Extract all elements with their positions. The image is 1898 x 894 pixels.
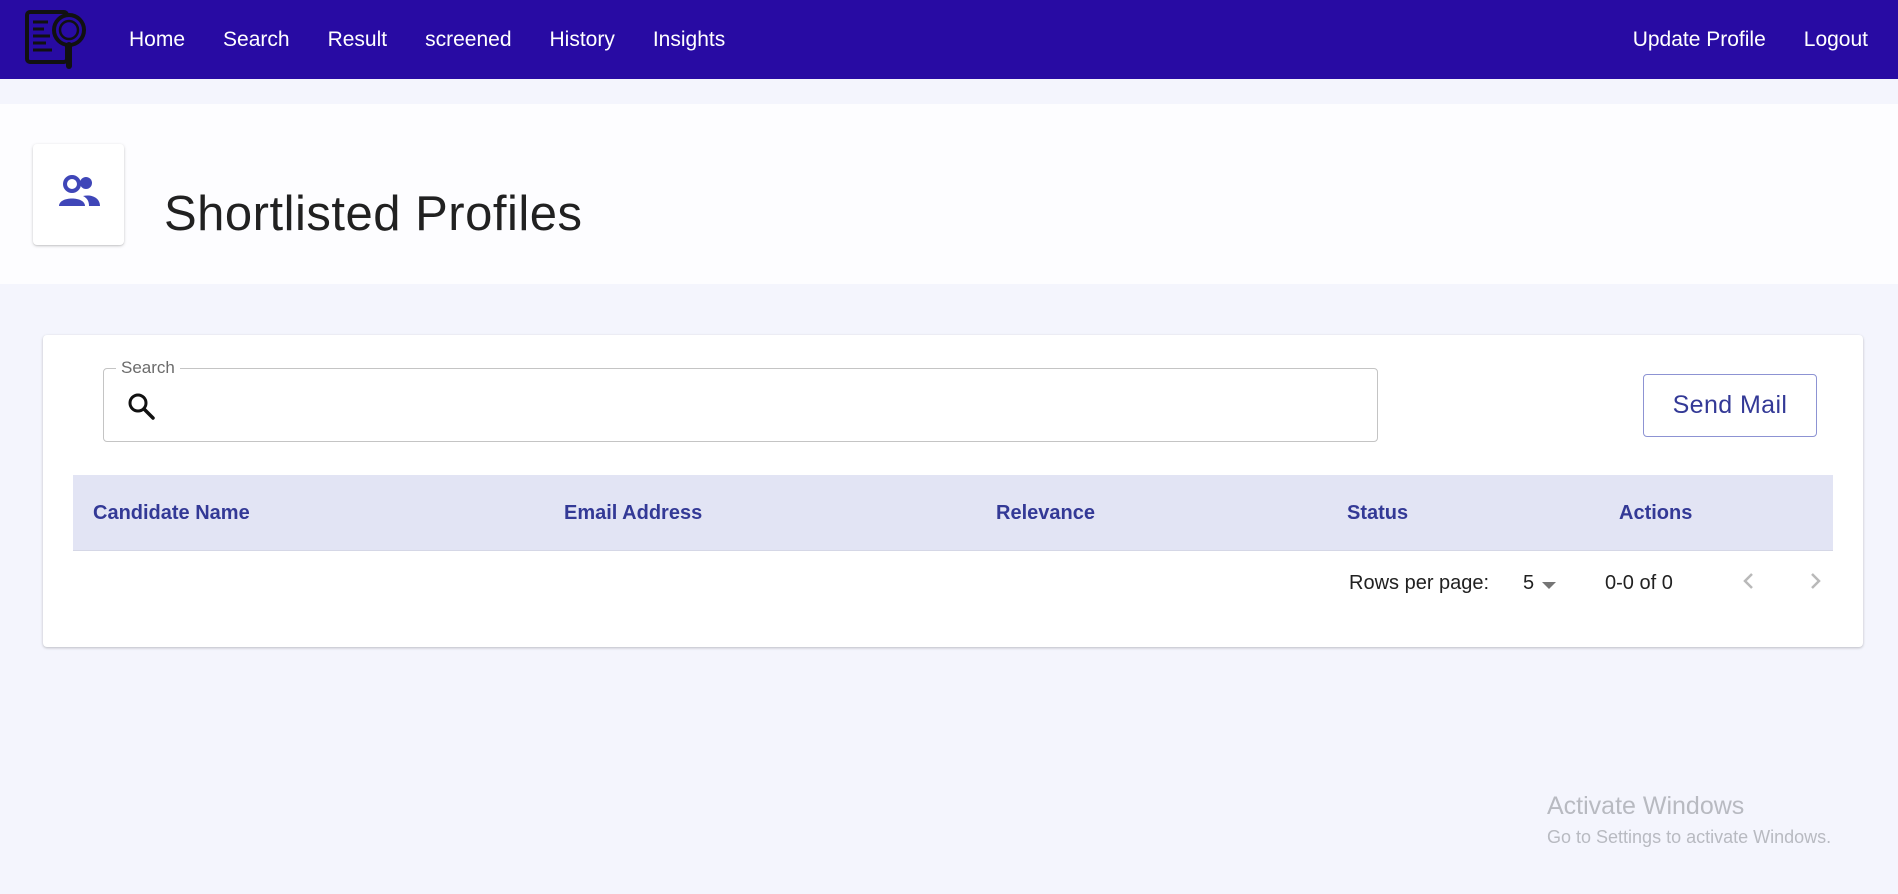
column-header-candidate-name[interactable]: Candidate Name <box>93 475 250 551</box>
nav-home-link[interactable]: Home <box>110 28 204 52</box>
nav-screened-link[interactable]: screened <box>406 28 530 52</box>
search-icon <box>126 391 156 421</box>
nav-history-link[interactable]: History <box>531 28 634 52</box>
nav-insights-link[interactable]: Insights <box>634 28 744 52</box>
top-navbar: Home Search Result screened History Insi… <box>0 0 1898 79</box>
caret-down-icon <box>1542 582 1557 589</box>
send-mail-button[interactable]: Send Mail <box>1643 374 1817 437</box>
search-field: Search <box>103 358 1378 442</box>
next-page-button[interactable] <box>1797 565 1833 601</box>
watermark-title: Activate Windows <box>1547 792 1745 820</box>
rows-per-page-value: 5 <box>1523 572 1535 594</box>
search-legend: Search <box>116 358 180 378</box>
column-header-status[interactable]: Status <box>1347 475 1408 551</box>
page-title: Shortlisted Profiles <box>164 187 583 241</box>
nav-update-profile-link[interactable]: Update Profile <box>1614 28 1785 52</box>
column-header-relevance[interactable]: Relevance <box>996 475 1095 551</box>
previous-page-button[interactable] <box>1731 565 1767 601</box>
table-header-row: Candidate Name Email Address Relevance S… <box>73 475 1833 551</box>
nav-search-link[interactable]: Search <box>204 28 309 52</box>
activate-windows-watermark: Activate Windows Go to Settings to activ… <box>1547 792 1831 848</box>
nav-links: Home Search Result screened History Insi… <box>110 0 744 79</box>
people-icon <box>56 174 102 215</box>
rows-per-page-select[interactable]: 5 <box>1523 572 1557 595</box>
table-pagination: Rows per page: 5 0-0 of 0 <box>43 551 1863 615</box>
app-logo-icon[interactable] <box>24 8 90 70</box>
watermark-subtitle: Go to Settings to activate Windows. <box>1547 827 1832 847</box>
pagination-range: 0-0 of 0 <box>1605 572 1673 594</box>
nav-right-links: Update Profile Logout <box>1614 0 1887 79</box>
header-icon-card <box>33 144 124 245</box>
column-header-actions: Actions <box>1619 502 1693 524</box>
search-input[interactable] <box>170 383 1360 429</box>
page-header: Shortlisted Profiles <box>0 104 1898 284</box>
column-header-email-address[interactable]: Email Address <box>564 475 702 551</box>
profiles-card: Search Send Mail Candidate Name Email Ad… <box>43 335 1863 647</box>
nav-logout-link[interactable]: Logout <box>1785 28 1887 52</box>
chevron-left-icon <box>1741 571 1757 596</box>
nav-result-link[interactable]: Result <box>309 28 407 52</box>
rows-per-page-label: Rows per page: <box>1349 572 1490 594</box>
chevron-right-icon <box>1807 571 1823 596</box>
